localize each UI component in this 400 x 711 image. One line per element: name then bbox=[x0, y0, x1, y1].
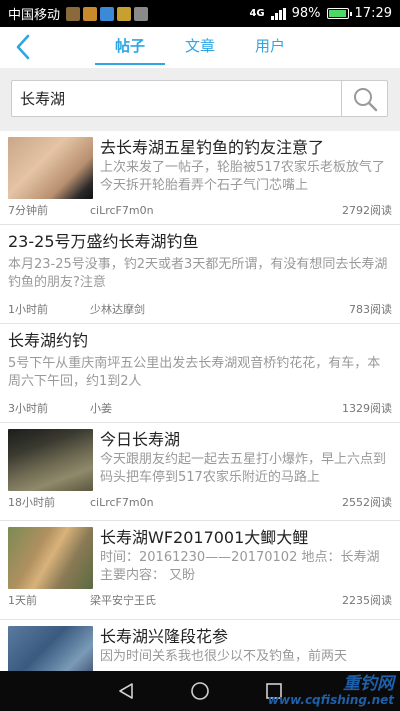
post-title: 今日长寿湖 bbox=[100, 430, 181, 449]
post-summary: 时间：20161230——20170102 地点：长寿湖 主要内容： 又盼 bbox=[100, 550, 380, 583]
system-navigation-bar: 重钓网 www.cqfishing.net bbox=[0, 671, 400, 711]
notification-app-icon bbox=[83, 6, 98, 21]
triangle-back-icon[interactable] bbox=[117, 682, 135, 700]
list-item[interactable]: 长寿湖约钓 5号下午从重庆南坪五公里出发去长寿湖观音桥钓花花，有车，本周六下午回… bbox=[0, 324, 400, 423]
post-summary: 因为时间关系我也很少以不及钓鱼，前两天 bbox=[100, 649, 348, 664]
post-summary: 本月23-25号没事，钓2天或者3天都无所谓，有没有想同去长寿湖钓鱼的朋友?注意 bbox=[8, 257, 388, 290]
signal-icon bbox=[270, 7, 286, 20]
tab-bar: 帖子 文章 用户 bbox=[95, 27, 305, 68]
post-views: 2235阅读 bbox=[342, 594, 392, 607]
notification-app-icon bbox=[117, 6, 132, 21]
list-item[interactable]: 23-25号万盛约长寿湖钓鱼 本月23-25号没事，钓2天或者3天都无所谓，有没… bbox=[0, 225, 400, 324]
post-author: ciLrcF7m0n bbox=[90, 495, 154, 509]
post-thumbnail bbox=[8, 429, 93, 491]
post-author: 梁平安宁王氏 bbox=[90, 594, 156, 607]
post-time: 1天前 bbox=[8, 594, 37, 607]
post-views: 783阅读 bbox=[349, 303, 392, 316]
post-summary: 上次来发了一帖子，轮胎被517农家乐老板放气了 今天拆开轮胎看弄个石子气门芯嘴上 bbox=[100, 160, 385, 193]
post-views: 2792阅读 bbox=[342, 204, 392, 217]
post-time: 7分钟前 bbox=[8, 204, 48, 217]
post-author: 小姜 bbox=[90, 402, 112, 415]
notification-icons bbox=[66, 6, 149, 21]
post-title: 长寿湖约钓 bbox=[8, 331, 89, 350]
status-bar: 中国移动 4G 98% 17:29 bbox=[0, 0, 400, 27]
post-meta: 1小时前 少林达摩剑 783阅读 bbox=[8, 298, 392, 320]
top-navigation: 帖子 文章 用户 bbox=[0, 27, 400, 68]
battery-icon bbox=[326, 8, 352, 19]
result-list: 去长寿湖五星钓鱼的钓友注意了 上次来发了一帖子，轮胎被517农家乐老板放气了 今… bbox=[0, 131, 400, 671]
post-time: 18小时前 bbox=[8, 496, 55, 509]
post-time: 3小时前 bbox=[8, 402, 48, 415]
post-title: 去长寿湖五星钓鱼的钓友注意了 bbox=[100, 138, 325, 157]
post-summary: 今天跟朋友约起一起去五星打小爆炸，早上六点到码头把车停到517农家乐附近的马路上 bbox=[100, 452, 387, 485]
post-time: 1小时前 bbox=[8, 303, 48, 316]
watermark-name: 重钓网 bbox=[343, 674, 394, 694]
chevron-left-icon bbox=[16, 34, 30, 60]
tab-posts[interactable]: 帖子 bbox=[95, 27, 165, 68]
post-thumbnail bbox=[8, 137, 93, 199]
back-button[interactable] bbox=[12, 33, 36, 61]
post-views: 1329阅读 bbox=[342, 402, 392, 415]
list-item[interactable]: 长寿湖WF2017001大鲫大鲤 时间：20161230——20170102 地… bbox=[0, 521, 400, 620]
post-summary: 5号下午从重庆南坪五公里出发去长寿湖观音桥钓花花，有车，本周六下午回，约1到2人 bbox=[8, 356, 381, 389]
tab-articles[interactable]: 文章 bbox=[165, 27, 235, 68]
notification-app-icon bbox=[134, 6, 149, 21]
post-title: 长寿湖WF2017001大鲫大鲤 bbox=[100, 528, 309, 547]
post-title: 长寿湖兴隆段花参 bbox=[100, 627, 229, 646]
post-author: 少林达摩剑 bbox=[90, 303, 145, 316]
watermark-url: www.cqfishing.net bbox=[267, 693, 394, 707]
search-input[interactable] bbox=[12, 81, 341, 116]
search-icon bbox=[353, 87, 377, 111]
post-meta: 18小时前 ciLrcF7m0n 2552阅读 bbox=[8, 491, 392, 513]
list-item[interactable]: 去长寿湖五星钓鱼的钓友注意了 上次来发了一帖子，轮胎被517农家乐老板放气了 今… bbox=[0, 131, 400, 225]
search-box bbox=[11, 80, 388, 117]
post-title: 23-25号万盛约长寿湖钓鱼 bbox=[8, 232, 199, 251]
post-thumbnail bbox=[8, 626, 93, 671]
clock: 17:29 bbox=[354, 6, 392, 21]
list-item[interactable]: 今日长寿湖 今天跟朋友约起一起去五星打小爆炸，早上六点到码头把车停到517农家乐… bbox=[0, 423, 400, 521]
battery-percent: 98% bbox=[291, 6, 321, 21]
network-type: 4G bbox=[249, 7, 265, 19]
post-meta: 7分钟前 ciLrcF7m0n 2792阅读 bbox=[8, 199, 392, 221]
post-meta: 3小时前 小姜 1329阅读 bbox=[8, 397, 392, 419]
notification-app-icon bbox=[100, 6, 115, 21]
post-author: ciLrcF7m0n bbox=[90, 203, 154, 217]
circle-home-icon[interactable] bbox=[190, 681, 210, 701]
post-views: 2552阅读 bbox=[342, 496, 392, 509]
search-area bbox=[0, 68, 400, 131]
search-button[interactable] bbox=[341, 81, 387, 116]
notification-app-icon bbox=[66, 6, 81, 21]
site-watermark: 重钓网 www.cqfishing.net bbox=[268, 675, 394, 707]
tab-users[interactable]: 用户 bbox=[235, 27, 305, 68]
post-meta: 1天前 梁平安宁王氏 2235阅读 bbox=[8, 589, 392, 611]
list-item[interactable]: 长寿湖兴隆段花参 因为时间关系我也很少以不及钓鱼，前两天 bbox=[0, 620, 400, 671]
carrier-name: 中国移动 bbox=[8, 8, 61, 23]
post-thumbnail bbox=[8, 527, 93, 589]
